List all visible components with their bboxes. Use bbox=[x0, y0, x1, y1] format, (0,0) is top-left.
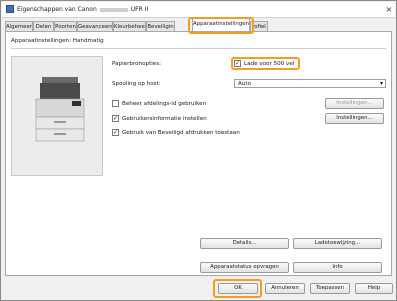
printer-image-icon bbox=[35, 77, 85, 142]
window-title-suffix: UFR II bbox=[130, 6, 149, 13]
user-info-checkbox[interactable]: ✓ bbox=[112, 115, 119, 122]
help-button[interactable]: Help bbox=[355, 283, 393, 294]
printer-preview bbox=[11, 56, 103, 176]
title-bar: Eigenschappen van Canon UFR II × bbox=[2, 2, 395, 18]
header-divider bbox=[11, 48, 386, 49]
spooling-select[interactable]: Auto ▾ bbox=[234, 79, 386, 88]
paper-assign-button[interactable]: Ladetoewijzing... bbox=[293, 238, 382, 249]
paper-source-label: Papierbronopties: bbox=[112, 61, 162, 67]
spooling-value: Auto bbox=[238, 81, 251, 87]
device-settings-panel: Apparaatinstellingen: Handmatig Papierbr… bbox=[5, 31, 392, 276]
window-title: Eigenschappen van Canon UFR II bbox=[17, 6, 148, 13]
tab-advanced[interactable]: Geavanceerd bbox=[77, 21, 113, 31]
close-icon[interactable]: × bbox=[384, 5, 394, 14]
ok-highlight bbox=[213, 279, 262, 298]
panel-header: Apparaatinstellingen: Handmatig bbox=[11, 38, 104, 44]
apply-button[interactable]: Toepassen bbox=[310, 283, 350, 294]
dept-id-checkbox[interactable] bbox=[112, 100, 119, 107]
printer-icon bbox=[6, 5, 14, 13]
window-title-prefix: Eigenschappen van Canon bbox=[17, 6, 97, 13]
tab-ports[interactable]: Poorten bbox=[54, 21, 77, 31]
redacted-model-name bbox=[99, 7, 128, 12]
tab-sharing[interactable]: Delen bbox=[33, 21, 54, 31]
dept-id-label: Beheer afdelings-id gebruiken bbox=[122, 101, 207, 107]
details-button[interactable]: Details... bbox=[200, 238, 289, 249]
tab-security[interactable]: Beveiligin bbox=[146, 21, 175, 31]
spooling-label: Spooling op host: bbox=[112, 81, 161, 87]
chevron-down-icon: ▾ bbox=[379, 80, 383, 87]
device-status-button[interactable]: Apparaatstatus opvragen bbox=[200, 262, 289, 273]
info-button[interactable]: Info bbox=[293, 262, 382, 273]
tab-color-management[interactable]: Kleurbeheer bbox=[113, 21, 146, 31]
paper-source-highlight bbox=[231, 57, 300, 70]
cancel-button[interactable]: Annuleren bbox=[265, 283, 305, 294]
secure-print-checkbox[interactable]: ✓ bbox=[112, 129, 119, 136]
user-info-label: Gebruikersinformatie instellen bbox=[122, 116, 207, 122]
properties-dialog: Eigenschappen van Canon UFR II × Algemeen… bbox=[0, 0, 397, 301]
tab-highlight bbox=[188, 17, 254, 34]
tab-general[interactable]: Algemeen bbox=[5, 21, 33, 31]
secure-print-label: Gebruik van Beveiligd afdrukken toestaan bbox=[122, 130, 240, 136]
user-info-settings-button[interactable]: Instellingen... bbox=[325, 113, 384, 124]
dept-id-settings-button[interactable]: Instellingen... bbox=[325, 98, 384, 109]
